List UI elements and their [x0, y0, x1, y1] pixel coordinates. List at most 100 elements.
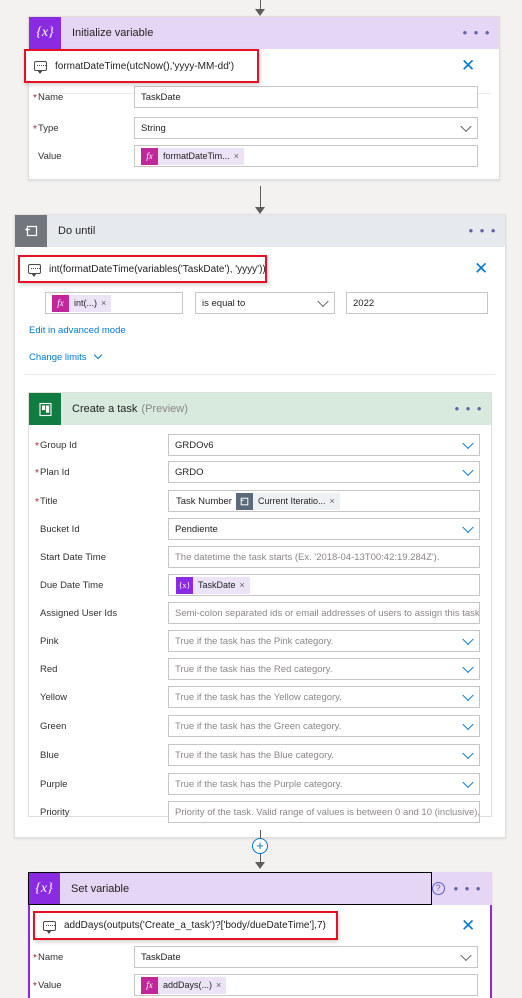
- step-header-create-a-task[interactable]: Create a task (Preview) • • •: [29, 393, 491, 425]
- token-label: Current Iteratio...: [257, 496, 326, 506]
- title-input[interactable]: Task Number Current Iteratio... ×: [168, 490, 480, 512]
- param-label: Priority: [40, 806, 70, 818]
- chevron-down-icon: [460, 120, 472, 133]
- param-row-bucket-id: Bucket Id Pendiente: [40, 518, 480, 540]
- help-icon[interactable]: ?: [431, 882, 445, 895]
- condition-right-value: 2022: [353, 297, 375, 309]
- expression-token[interactable]: fx addDays(...) ×: [141, 976, 227, 994]
- title-static-text: Task Number: [176, 495, 232, 507]
- expression-comment-icon: [28, 264, 41, 277]
- formula-text: int(formatDateTime(variables('TaskDate')…: [49, 263, 266, 275]
- red-dropdown[interactable]: True if the task has the Red category.: [168, 658, 480, 680]
- step-menu-ellipsis-icon[interactable]: • • •: [463, 26, 491, 39]
- iteration-token-icon: [235, 492, 253, 510]
- blue-dropdown[interactable]: True if the task has the Blue category.: [168, 744, 480, 766]
- param-label: Pink: [40, 635, 59, 647]
- formula-text: addDays(outputs('Create_a_task')?['body/…: [64, 920, 326, 931]
- chevron-down-icon: [317, 295, 329, 308]
- condition-operator-dropdown[interactable]: is equal to: [195, 292, 335, 314]
- chevron-down-icon: [93, 350, 103, 360]
- close-icon-initialize-variable[interactable]: ✕: [461, 57, 475, 74]
- connector-top: [255, 0, 265, 16]
- type-dropdown[interactable]: String: [134, 117, 478, 139]
- link-label: Edit in advanced mode: [29, 325, 126, 336]
- expression-token[interactable]: fx int(...) ×: [52, 294, 112, 312]
- param-row-group-id: Group Id GRDOv6: [35, 434, 480, 456]
- green-placeholder: True if the task has the Green category.: [175, 720, 342, 732]
- remove-token-icon[interactable]: ×: [101, 298, 111, 308]
- close-icon-set-variable[interactable]: ✕: [461, 917, 475, 934]
- chevron-down-icon: [462, 633, 474, 646]
- param-row-set-name: Name TaskDate: [33, 946, 490, 968]
- flow-designer-canvas: {x} Initialize variable • • • formatDate…: [0, 0, 522, 998]
- param-row-assigned-user-ids: Assigned User Ids Semi-colon separated i…: [40, 602, 480, 624]
- expression-comment-icon: [43, 920, 56, 934]
- close-icon-do-until[interactable]: ✕: [474, 260, 488, 277]
- step-header-do-until[interactable]: Do until • • •: [15, 215, 505, 247]
- fx-icon: fx: [141, 976, 158, 994]
- yellow-dropdown[interactable]: True if the task has the Yellow category…: [168, 686, 480, 708]
- priority-input[interactable]: Priority of the task. Valid range of val…: [168, 801, 480, 823]
- chevron-down-icon: [462, 776, 474, 789]
- connector-add-step: +: [252, 830, 268, 869]
- remove-token-icon[interactable]: ×: [216, 980, 226, 990]
- step-header-initialize-variable[interactable]: {x} Initialize variable • • •: [29, 17, 499, 49]
- expression-token[interactable]: fx formatDateTim... ×: [141, 147, 244, 165]
- dynamic-content-token[interactable]: Current Iteratio... ×: [235, 492, 340, 510]
- param-row-start-date-time: Start Date Time The datetime the task st…: [40, 546, 480, 568]
- blue-placeholder: True if the task has the Blue category.: [175, 749, 334, 761]
- edit-advanced-mode-link[interactable]: Edit in advanced mode: [29, 325, 126, 336]
- remove-token-icon[interactable]: ×: [240, 580, 250, 590]
- formula-tooltip-do-until: int(formatDateTime(variables('TaskDate')…: [18, 255, 267, 283]
- param-row-red: Red True if the task has the Red categor…: [40, 658, 480, 680]
- param-label: Group Id: [35, 440, 168, 452]
- chevron-down-icon: [462, 689, 474, 702]
- pink-placeholder: True if the task has the Pink category.: [175, 635, 334, 647]
- param-label: Due Date Time: [40, 579, 104, 591]
- green-dropdown[interactable]: True if the task has the Green category.: [168, 715, 480, 737]
- formula-tooltip-initialize-variable: formatDateTime(utcNow(),'yyyy-MM-dd'): [24, 49, 259, 83]
- bucket-id-value: Pendiente: [175, 523, 218, 535]
- start-date-time-input[interactable]: The datetime the task starts (Ex. '2018-…: [168, 546, 480, 568]
- bucket-id-dropdown[interactable]: Pendiente: [168, 518, 480, 540]
- param-label: Bucket Id: [40, 523, 80, 535]
- param-label: Blue: [40, 749, 60, 761]
- param-label: Value: [33, 980, 134, 992]
- type-dropdown-value: String: [141, 122, 166, 134]
- start-date-time-placeholder: The datetime the task starts (Ex. '2018-…: [175, 551, 440, 563]
- param-row-priority: Priority Priority of the task. Valid ran…: [40, 801, 480, 823]
- variable-icon: {x}: [29, 17, 61, 49]
- name-input[interactable]: TaskDate: [134, 86, 478, 108]
- group-id-dropdown[interactable]: GRDOv6: [168, 434, 480, 456]
- due-date-time-input[interactable]: {x} TaskDate ×: [168, 574, 480, 596]
- assigned-user-ids-input[interactable]: Semi-colon separated ids or email addres…: [168, 602, 480, 624]
- param-row-value: Value fx formatDateTim... ×: [38, 145, 490, 167]
- remove-token-icon[interactable]: ×: [234, 151, 244, 161]
- set-variable-name-dropdown[interactable]: TaskDate: [134, 946, 478, 968]
- header-focus-outline: [28, 872, 432, 905]
- add-step-icon[interactable]: +: [252, 838, 268, 854]
- condition-right-operand[interactable]: 2022: [346, 292, 488, 314]
- step-title: Create a task: [72, 403, 138, 415]
- plan-id-dropdown[interactable]: GRDO: [168, 461, 480, 483]
- condition-left-operand[interactable]: fx int(...) ×: [45, 292, 183, 314]
- param-row-set-value: Value fx addDays(...) ×: [33, 974, 490, 996]
- value-input[interactable]: fx formatDateTim... ×: [134, 145, 478, 167]
- param-row-plan-id: Plan Id GRDO: [35, 461, 480, 483]
- param-row-yellow: Yellow True if the task has the Yellow c…: [40, 686, 480, 708]
- step-menu-ellipsis-icon[interactable]: • • •: [455, 402, 483, 415]
- pink-dropdown[interactable]: True if the task has the Pink category.: [168, 630, 480, 652]
- remove-token-icon[interactable]: ×: [330, 496, 340, 506]
- variable-token[interactable]: {x} TaskDate ×: [176, 576, 250, 594]
- purple-dropdown[interactable]: True if the task has the Purple category…: [168, 773, 480, 795]
- param-label: Start Date Time: [40, 551, 106, 563]
- condition-operator-value: is equal to: [202, 297, 246, 309]
- set-variable-value-input[interactable]: fx addDays(...) ×: [134, 974, 478, 996]
- param-label: Purple: [40, 778, 68, 790]
- change-limits-link[interactable]: Change limits: [29, 350, 103, 363]
- step-menu-ellipsis-icon[interactable]: • • •: [469, 224, 497, 237]
- step-title: Do until: [58, 225, 96, 237]
- step-menu-ellipsis-icon[interactable]: • • •: [454, 882, 482, 895]
- formula-tooltip-set-variable: addDays(outputs('Create_a_task')?['body/…: [33, 911, 338, 940]
- chevron-down-icon: [460, 949, 472, 962]
